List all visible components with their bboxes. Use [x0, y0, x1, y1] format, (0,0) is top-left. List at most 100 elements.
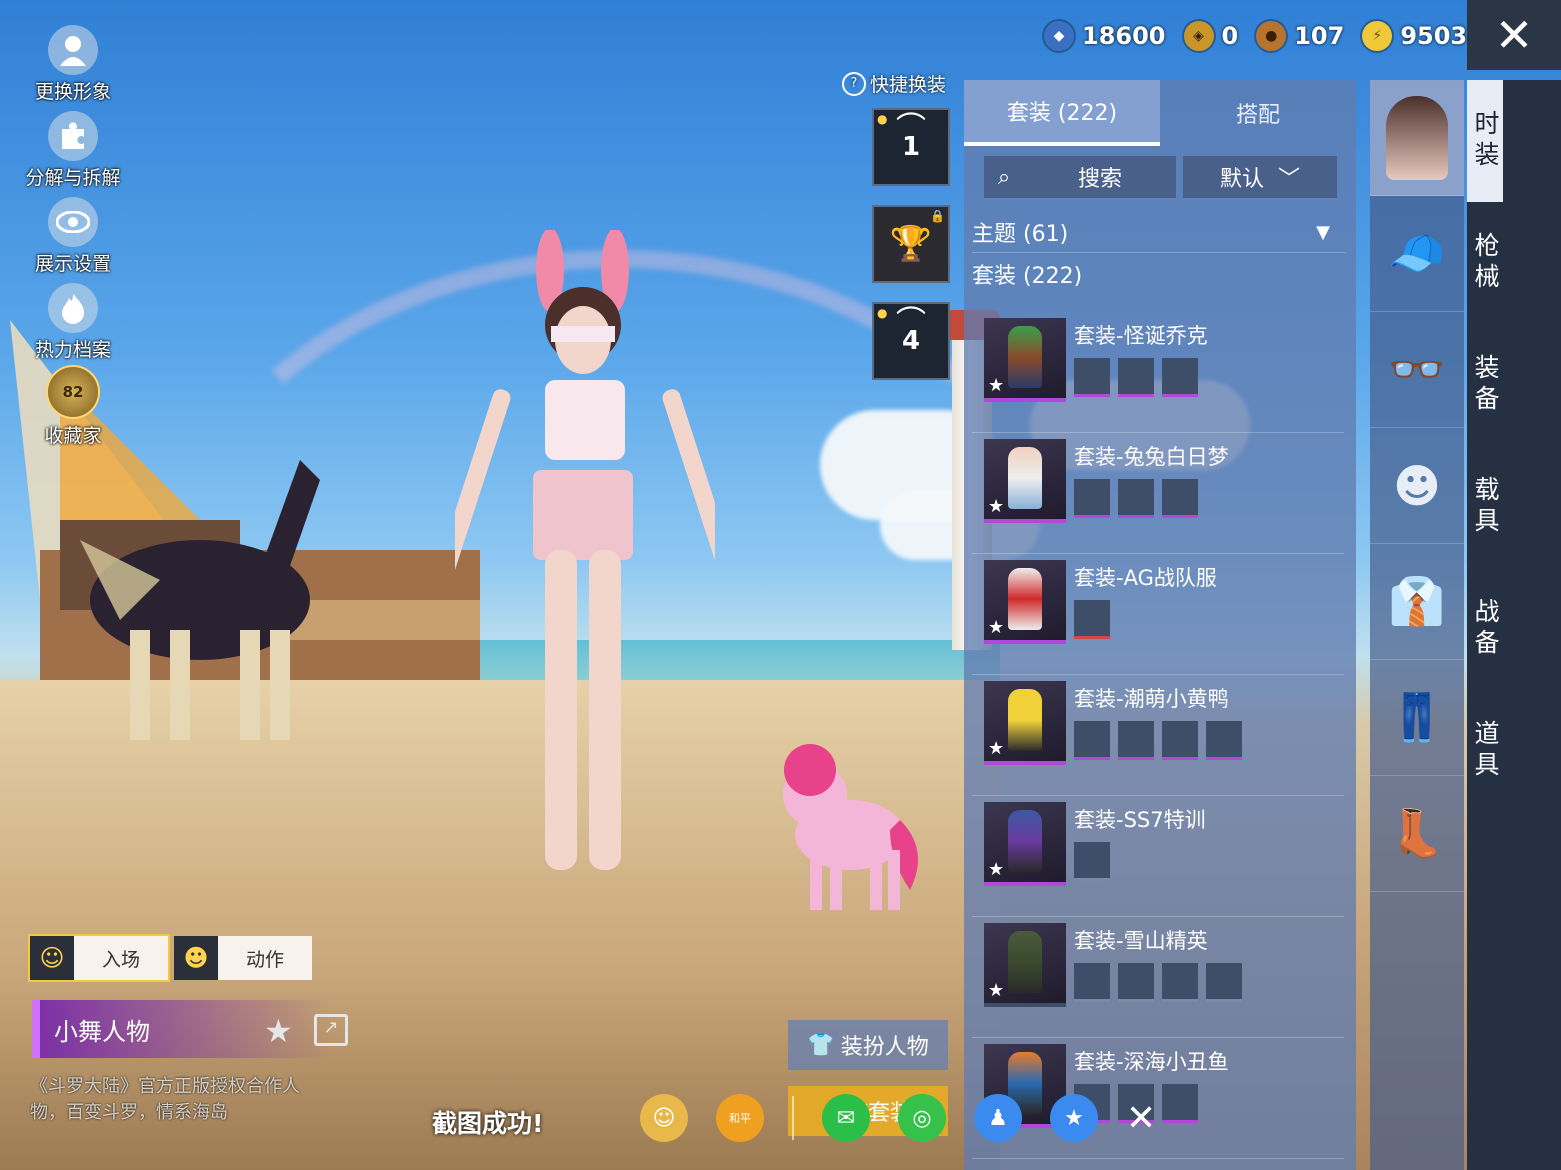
part-icon[interactable]: [1118, 479, 1154, 518]
part-icon[interactable]: [1074, 721, 1110, 760]
quick-outfit-text: 快捷换装: [870, 74, 947, 96]
moments-icon[interactable]: ◎: [898, 1094, 946, 1142]
part-icon[interactable]: [1074, 479, 1110, 518]
collector-button[interactable]: 82 收藏家: [18, 362, 128, 448]
part-icon[interactable]: [1162, 1084, 1198, 1123]
share-icon[interactable]: ↗: [314, 1014, 348, 1046]
part-icon[interactable]: [1074, 842, 1110, 881]
part-icon[interactable]: [1162, 358, 1198, 397]
list-item[interactable]: ★ 套装-兔兔白日梦: [972, 433, 1344, 554]
bronze-coin-icon: ●: [1256, 21, 1287, 51]
category-nav: 🧢 👓 ☻ 👔 👖 👢: [1370, 80, 1464, 1170]
close-share-icon[interactable]: ✕: [1126, 1098, 1156, 1139]
outfit-parts: [1074, 358, 1198, 397]
currency-value: 18600: [1082, 22, 1166, 50]
list-item[interactable]: ★ 套装-怪诞乔克: [972, 312, 1344, 433]
part-icon[interactable]: [1118, 358, 1154, 397]
theme-filter[interactable]: 主题 (61) ▼: [972, 212, 1346, 253]
list-item[interactable]: ★ 套装-SS7特训: [972, 796, 1344, 917]
category-character[interactable]: [1370, 80, 1464, 196]
part-icon[interactable]: [1162, 479, 1198, 518]
list-item[interactable]: ★ 套装-AG战队服: [972, 554, 1344, 675]
character-description: 《斗罗大陆》官方正版授权合作人物，百变斗罗，情系海岛: [30, 1076, 300, 1123]
menu-label: 更换形象: [34, 81, 111, 103]
tab-sets[interactable]: 套装 (222): [964, 80, 1160, 146]
category-top[interactable]: 👔: [1370, 544, 1464, 660]
sidenav-equipment[interactable]: 装备: [1467, 324, 1503, 446]
profile-share-icon[interactable]: ☺: [640, 1094, 688, 1142]
upgrade-icon: ●: [877, 306, 888, 320]
currency-item[interactable]: ⚡ 9503: [1362, 21, 1467, 51]
star-icon: ★: [988, 859, 1005, 880]
part-icon[interactable]: [1206, 963, 1242, 1002]
outfit-thumbnail: ★: [984, 802, 1066, 886]
outfit-thumbnail: ★: [984, 318, 1066, 402]
sort-dropdown[interactable]: 默认 ﹀: [1183, 156, 1337, 198]
qq-icon[interactable]: ♟: [974, 1094, 1022, 1142]
outfit-parts: [1074, 479, 1198, 518]
action-button[interactable]: ☻ 动作: [174, 936, 312, 980]
pants-icon: 👖: [1388, 690, 1446, 744]
close-button[interactable]: ✕: [1467, 0, 1561, 70]
mode-buttons: ☺ 入场 ☻ 动作: [30, 936, 312, 980]
part-icon[interactable]: [1118, 963, 1154, 1002]
sidenav-vehicles[interactable]: 载具: [1467, 446, 1503, 568]
tab-match[interactable]: 搭配: [1160, 80, 1356, 146]
change-appearance-button[interactable]: 更换形象: [18, 18, 128, 104]
decompose-button[interactable]: 分解与拆解: [18, 104, 128, 190]
quick-outfit-label[interactable]: ? 快捷换装: [842, 70, 946, 97]
display-settings-button[interactable]: 展示设置: [18, 190, 128, 276]
part-icon[interactable]: [1206, 721, 1242, 760]
lock-icon: 🔒: [930, 209, 945, 223]
category-mask[interactable]: ☻: [1370, 428, 1464, 544]
outfit-slot-1[interactable]: ● ⌒ 1: [872, 108, 950, 186]
theme-label: 主题 (61): [972, 222, 1069, 247]
outfit-slot-4[interactable]: ● ⌒ 4: [872, 302, 950, 380]
outfit-slot-locked[interactable]: 🏆 🔒: [872, 205, 950, 283]
sidenav-combat-gear[interactable]: 战备: [1467, 568, 1503, 690]
star-icon: ★: [988, 738, 1005, 759]
search-placeholder: 搜索: [1077, 167, 1122, 192]
part-icon[interactable]: [1162, 721, 1198, 760]
hanger-icon: ⌒: [896, 305, 926, 340]
currency-bar: ◆ 18600 ◈ 0 ● 107 ⚡ 9503: [1044, 14, 1467, 58]
currency-item[interactable]: ◈ 0: [1183, 21, 1239, 51]
shirt-icon: 👔: [1388, 574, 1446, 628]
list-item[interactable]: ★ 套装-雪山精英: [972, 917, 1344, 1038]
part-icon[interactable]: [1118, 721, 1154, 760]
mask-icon: ☻: [1393, 458, 1441, 513]
outfit-thumbnail: ★: [984, 439, 1066, 523]
menu-label: 分解与拆解: [25, 167, 121, 189]
category-shoes[interactable]: 👢: [1370, 776, 1464, 892]
qzone-icon[interactable]: ★: [1050, 1094, 1098, 1142]
outfit-thumbnail: ★: [984, 681, 1066, 765]
part-icon[interactable]: [1162, 963, 1198, 1002]
peace-elite-icon[interactable]: 和平: [716, 1094, 764, 1142]
list-item[interactable]: ★ 套装-潮萌小黄鸭: [972, 675, 1344, 796]
currency-value: 0: [1221, 22, 1239, 50]
part-icon[interactable]: [1074, 963, 1110, 1002]
star-icon: ★: [988, 496, 1005, 517]
part-icon[interactable]: [1074, 358, 1110, 397]
trophy-icon: 🏆: [889, 224, 933, 264]
close-icon: ✕: [1494, 8, 1534, 62]
entrance-button[interactable]: ☺ 入场: [30, 936, 168, 980]
favorite-star-icon[interactable]: ★: [264, 1012, 293, 1050]
sidenav-items[interactable]: 道具: [1467, 690, 1503, 812]
category-hat[interactable]: 🧢: [1370, 196, 1464, 312]
currency-item[interactable]: ◆ 18600: [1044, 21, 1166, 51]
wechat-icon[interactable]: ✉: [822, 1094, 870, 1142]
search-input[interactable]: ⌕ 搜索: [984, 156, 1176, 198]
outfit-name: 套装-AG战队服: [1074, 566, 1217, 590]
sidenav-fashion[interactable]: 时装: [1467, 80, 1503, 202]
help-icon: ?: [842, 71, 866, 96]
category-pants[interactable]: 👖: [1370, 660, 1464, 776]
dress-character-button[interactable]: 👕 装扮人物: [788, 1020, 948, 1070]
heat-profile-button[interactable]: 热力档案: [18, 276, 128, 362]
currency-item[interactable]: ● 107: [1256, 21, 1344, 51]
outfit-name: 套装-深海小丑鱼: [1074, 1050, 1229, 1074]
sidenav-guns[interactable]: 枪械: [1467, 202, 1503, 324]
part-icon[interactable]: [1074, 600, 1110, 639]
category-glasses[interactable]: 👓: [1370, 312, 1464, 428]
hanger-icon: ⌒: [896, 111, 926, 146]
